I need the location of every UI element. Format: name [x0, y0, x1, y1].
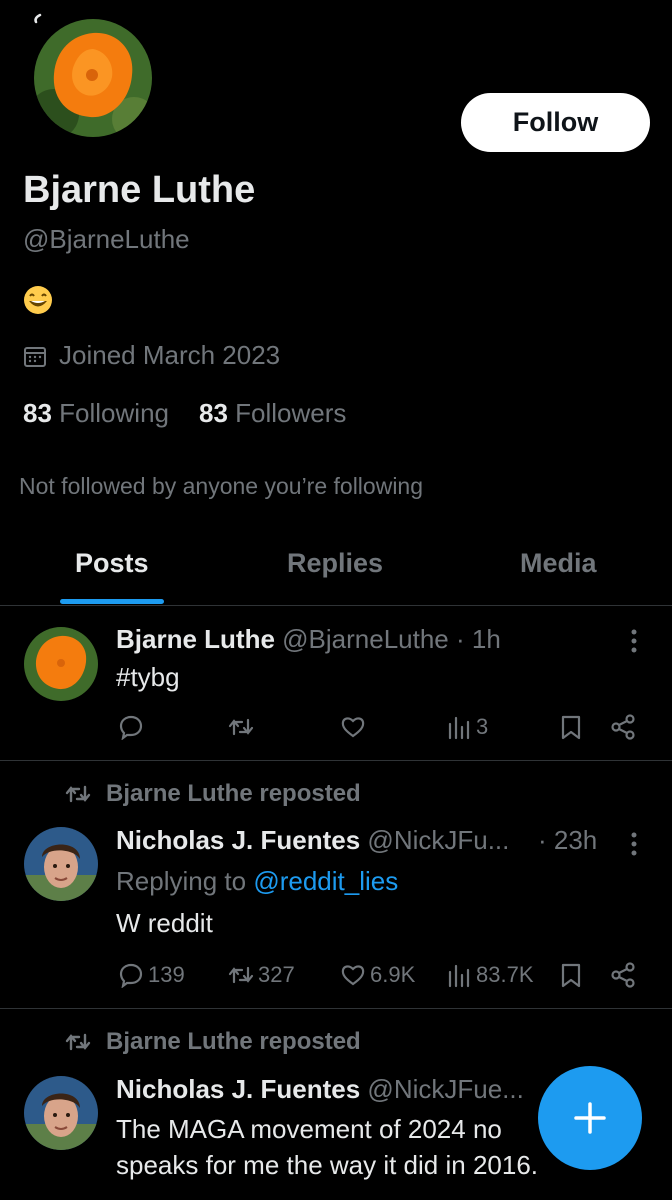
repost-context: Bjarne Luthe reposted — [64, 1028, 361, 1056]
tabs-divider — [0, 605, 672, 606]
views-count: 3 — [476, 714, 489, 739]
like-icon — [341, 717, 365, 738]
followers-link[interactable]: 83 Followers — [199, 398, 346, 429]
repost-context: Bjarne Luthe reposted — [64, 780, 361, 808]
post-avatar[interactable] — [24, 627, 98, 701]
share-icon — [611, 962, 635, 988]
post-header: Nicholas J. Fuentes @NickJFu... — [116, 825, 510, 855]
like-count: 6.9K — [370, 962, 416, 987]
repost-icon — [65, 1033, 91, 1051]
repost-icon — [228, 966, 254, 984]
post-text-line-1: The MAGA movement of 2024 no — [116, 1114, 502, 1144]
post-header: Nicholas J. Fuentes @NickJFue... — [116, 1074, 524, 1104]
share-button[interactable] — [610, 962, 636, 988]
like-button[interactable]: 6.9K — [340, 962, 415, 988]
bio-emoji — [22, 284, 54, 316]
like-button[interactable] — [340, 714, 366, 740]
like-icon — [341, 965, 365, 986]
following-link[interactable]: 83 Following — [23, 398, 169, 429]
views-icon — [448, 964, 470, 988]
share-icon — [611, 714, 635, 740]
tab-posts[interactable]: Posts — [75, 548, 149, 579]
profile-handle: @BjarneLuthe — [23, 224, 190, 254]
profile-avatar[interactable] — [34, 19, 152, 137]
post-avatar[interactable] — [24, 827, 98, 901]
not-followed-note: Not followed by anyone you’re following — [19, 473, 424, 499]
reply-button[interactable] — [118, 714, 144, 740]
repost-icon — [65, 785, 91, 803]
repost-button[interactable] — [228, 714, 254, 740]
reply-mention-link[interactable]: @reddit_lies — [253, 866, 398, 896]
post-header: Bjarne Luthe @BjarneLuthe · 1h — [116, 624, 501, 654]
post-avatar[interactable] — [24, 1076, 98, 1150]
tab-media[interactable]: Media — [520, 548, 597, 579]
joined-text: Joined March 2023 — [59, 340, 281, 370]
back-icon[interactable] — [26, 12, 46, 32]
compose-icon — [574, 1102, 606, 1134]
tab-replies[interactable]: Replies — [287, 548, 383, 579]
reply-button[interactable]: 139 — [118, 962, 185, 988]
follow-button[interactable]: Follow — [461, 93, 650, 152]
reply-count: 139 — [148, 962, 185, 987]
calendar-icon — [24, 346, 46, 367]
reply-icon — [119, 715, 143, 740]
more-icon[interactable] — [630, 831, 638, 857]
compose-button[interactable] — [538, 1066, 642, 1170]
bookmark-button[interactable] — [558, 714, 584, 740]
more-icon[interactable] — [630, 628, 638, 654]
post-time: · 23h — [538, 825, 598, 855]
views-button[interactable]: 83.7K — [446, 962, 534, 988]
reply-icon — [119, 963, 143, 988]
joined-date: Joined March 2023 — [23, 340, 280, 371]
profile-name: Bjarne Luthe — [23, 169, 256, 211]
follow-stats: 83 Following 83 Followers — [23, 398, 346, 429]
post-text[interactable]: #tybg — [116, 662, 180, 693]
post-divider — [0, 1008, 672, 1009]
repost-count: 327 — [258, 962, 295, 987]
post-text-line-2: speaks for me the way it did in 2016. — [116, 1150, 539, 1180]
views-count: 83.7K — [476, 962, 534, 987]
repost-icon — [228, 718, 254, 736]
bookmark-icon — [561, 715, 581, 740]
repost-button[interactable]: 327 — [228, 962, 295, 988]
post-text: W reddit — [116, 908, 213, 938]
post-divider — [0, 760, 672, 761]
replying-to: Replying to @reddit_lies — [116, 866, 399, 896]
share-button[interactable] — [610, 714, 636, 740]
views-button[interactable]: 3 — [446, 714, 488, 740]
views-icon — [448, 716, 470, 740]
bookmark-icon — [561, 963, 581, 988]
bookmark-button[interactable] — [558, 962, 584, 988]
active-tab-indicator — [60, 599, 164, 604]
